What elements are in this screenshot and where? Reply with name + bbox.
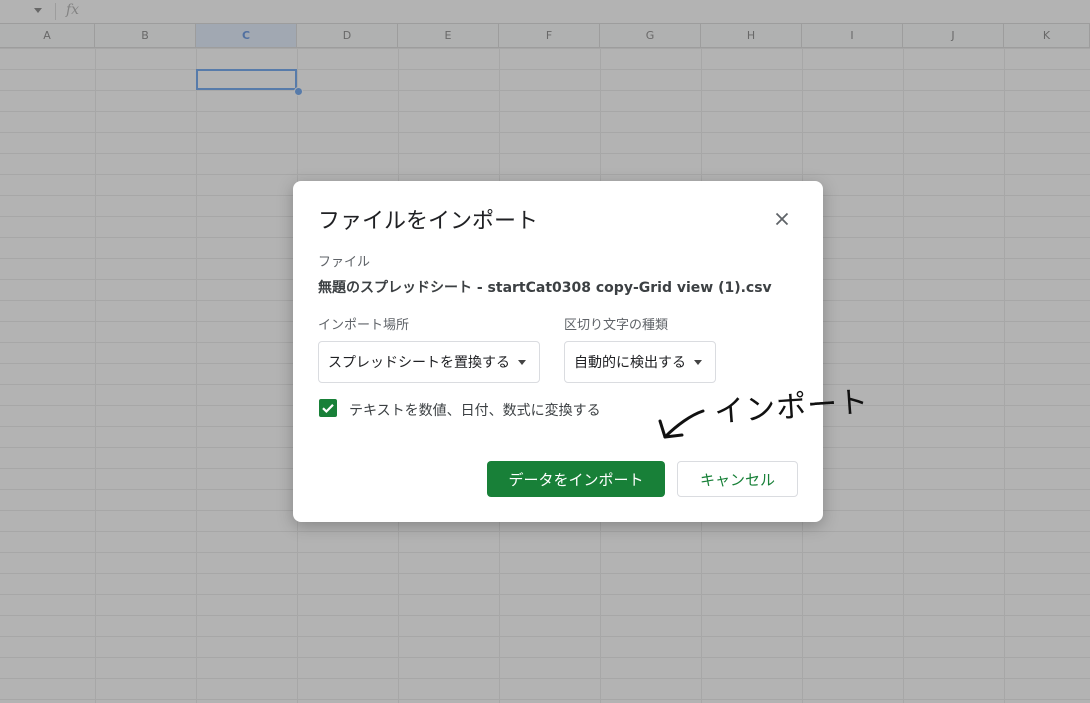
- chevron-down-icon: [694, 359, 702, 365]
- checkmark-icon: [322, 404, 334, 414]
- separator-type-select[interactable]: 自動的に検出する: [564, 341, 716, 383]
- separator-type-value: 自動的に検出する: [574, 355, 686, 371]
- import-file-dialog: ファイルをインポート ファイル 無題のスプレッドシート - startCat03…: [293, 181, 823, 522]
- import-location-value: スプレッドシートを置換する: [328, 355, 510, 371]
- annotation-arrow-icon: [658, 409, 705, 439]
- convert-text-checkbox[interactable]: [319, 399, 337, 417]
- import-data-button[interactable]: データをインポート: [487, 461, 665, 497]
- close-icon[interactable]: [770, 207, 794, 231]
- chevron-down-icon: [518, 359, 526, 365]
- cancel-button[interactable]: キャンセル: [677, 461, 798, 497]
- import-location-label: インポート場所: [318, 318, 410, 333]
- dialog-title: ファイルをインポート: [318, 209, 539, 234]
- import-location-select[interactable]: スプレッドシートを置換する: [318, 341, 540, 383]
- separator-type-label: 区切り文字の種類: [564, 318, 669, 333]
- convert-text-checkbox-label[interactable]: テキストを数値、日付、数式に変換する: [349, 400, 601, 420]
- file-label: ファイル: [318, 255, 371, 270]
- file-name: 無題のスプレッドシート - startCat0308 copy-Grid vie…: [318, 280, 772, 296]
